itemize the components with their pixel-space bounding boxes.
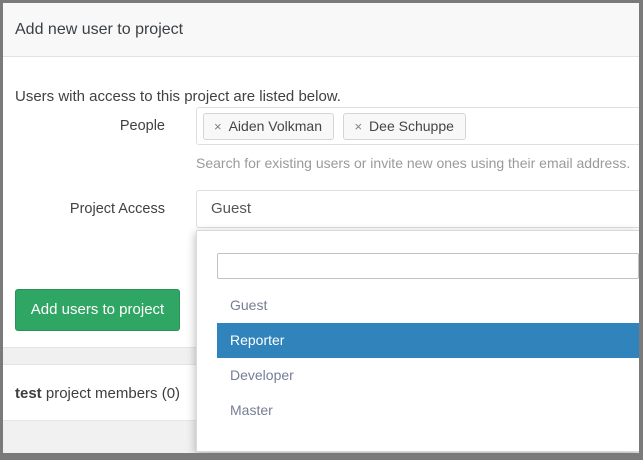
project-access-label: Project Access [3, 190, 165, 228]
user-token: × Dee Schuppe [343, 113, 465, 140]
remove-token-icon[interactable]: × [214, 119, 222, 134]
project-name: test [15, 385, 42, 402]
panel-header: Add new user to project [3, 3, 639, 57]
people-help-text: Search for existing users or invite new … [196, 155, 639, 171]
dropdown-option-developer[interactable]: Developer [217, 358, 639, 393]
add-users-button[interactable]: Add users to project [15, 289, 180, 331]
people-label: People [3, 107, 165, 145]
dropdown-search-input[interactable] [217, 253, 639, 279]
add-user-dialog: Add new user to project Users with acces… [0, 0, 643, 460]
panel-description: Users with access to this project are li… [15, 88, 627, 105]
dropdown-option-guest[interactable]: Guest [217, 288, 639, 323]
project-access-select[interactable]: Guest [196, 190, 639, 228]
token-label: Aiden Volkman [229, 118, 322, 134]
remove-token-icon[interactable]: × [354, 119, 362, 134]
members-heading-text: project members (0) [42, 385, 180, 402]
token-label: Dee Schuppe [369, 118, 454, 134]
user-token: × Aiden Volkman [203, 113, 334, 140]
page-title: Add new user to project [3, 3, 639, 56]
dropdown-option-master[interactable]: Master [217, 393, 639, 428]
dropdown-options: Guest Reporter Developer Master [197, 288, 639, 428]
access-dropdown: Guest Reporter Developer Master [196, 230, 639, 452]
people-input[interactable]: × Aiden Volkman × Dee Schuppe [196, 107, 639, 145]
dropdown-option-reporter[interactable]: Reporter [217, 323, 639, 358]
